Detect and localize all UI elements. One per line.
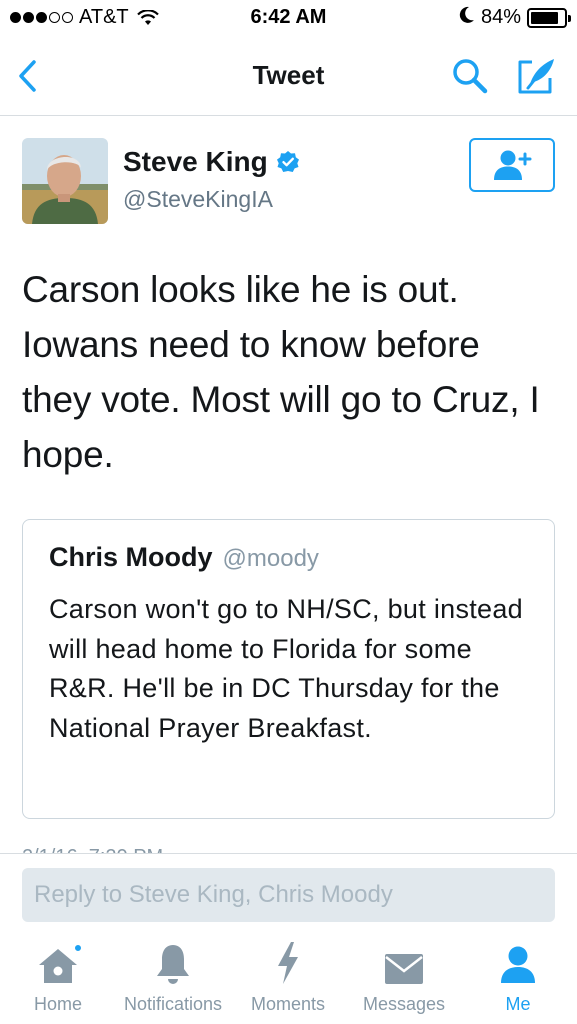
avatar[interactable]: [22, 138, 108, 224]
add-user-icon: [494, 150, 532, 180]
tab-label: Home: [33, 994, 82, 1014]
tab-me[interactable]: Me: [492, 935, 544, 1024]
tab-moments[interactable]: Moments: [246, 935, 330, 1024]
tab-label: Messages: [362, 994, 446, 1014]
tab-home[interactable]: Home: [18, 935, 98, 1024]
tab-notifications[interactable]: Notifications: [114, 935, 232, 1024]
tab-label: Moments: [250, 994, 326, 1014]
navigation-bar: Tweet: [0, 38, 577, 116]
search-button[interactable]: [450, 56, 490, 96]
search-icon: [453, 59, 488, 94]
quoted-author-handle: @moody: [222, 545, 319, 572]
chevron-left-icon: [19, 60, 36, 92]
battery-icon: [527, 7, 571, 28]
reply-input[interactable]: [22, 868, 555, 922]
lightning-icon: [275, 935, 301, 985]
tab-messages[interactable]: Messages: [358, 935, 450, 1024]
tab-label: Me: [505, 994, 531, 1014]
follow-button[interactable]: [469, 138, 555, 192]
tab-label: Notifications: [123, 994, 223, 1014]
envelope-icon: [384, 935, 424, 985]
home-badge-dot: [73, 943, 83, 953]
person-icon: [500, 935, 536, 985]
compose-button[interactable]: [514, 56, 558, 96]
quoted-tweet-header: Chris Moody @moody: [49, 542, 319, 573]
battery-level: [531, 11, 558, 24]
bell-icon: [156, 935, 190, 985]
tweet-text: Carson looks like he is out. Iowans need…: [22, 269, 540, 475]
divider: [0, 853, 577, 854]
home-icon: [37, 935, 83, 985]
status-bar: AT&T 6:42 AM 84%: [0, 0, 577, 38]
quoted-tweet-text: Carson won't go to NH/SC, but instead wi…: [49, 594, 523, 743]
battery-percentage: 84%: [480, 6, 521, 28]
status-right: 84%: [459, 6, 571, 29]
author-name-row: Steve King: [123, 146, 300, 178]
do-not-disturb-icon: [459, 6, 475, 29]
tab-bar: Home Notifications Moments Messages Me: [0, 935, 577, 1024]
quoted-author-name: Chris Moody: [49, 542, 213, 572]
quoted-tweet[interactable]: Chris Moody @moody Carson won't go to NH…: [22, 519, 555, 819]
compose-icon: [518, 59, 554, 94]
page-title: Tweet: [252, 60, 325, 90]
author-handle[interactable]: @SteveKingIA: [123, 186, 273, 213]
author-name[interactable]: Steve King: [123, 146, 268, 178]
tweet-author: Steve King @SteveKingIA: [22, 138, 557, 228]
verified-badge-icon: [276, 151, 299, 172]
back-button[interactable]: [14, 58, 44, 94]
